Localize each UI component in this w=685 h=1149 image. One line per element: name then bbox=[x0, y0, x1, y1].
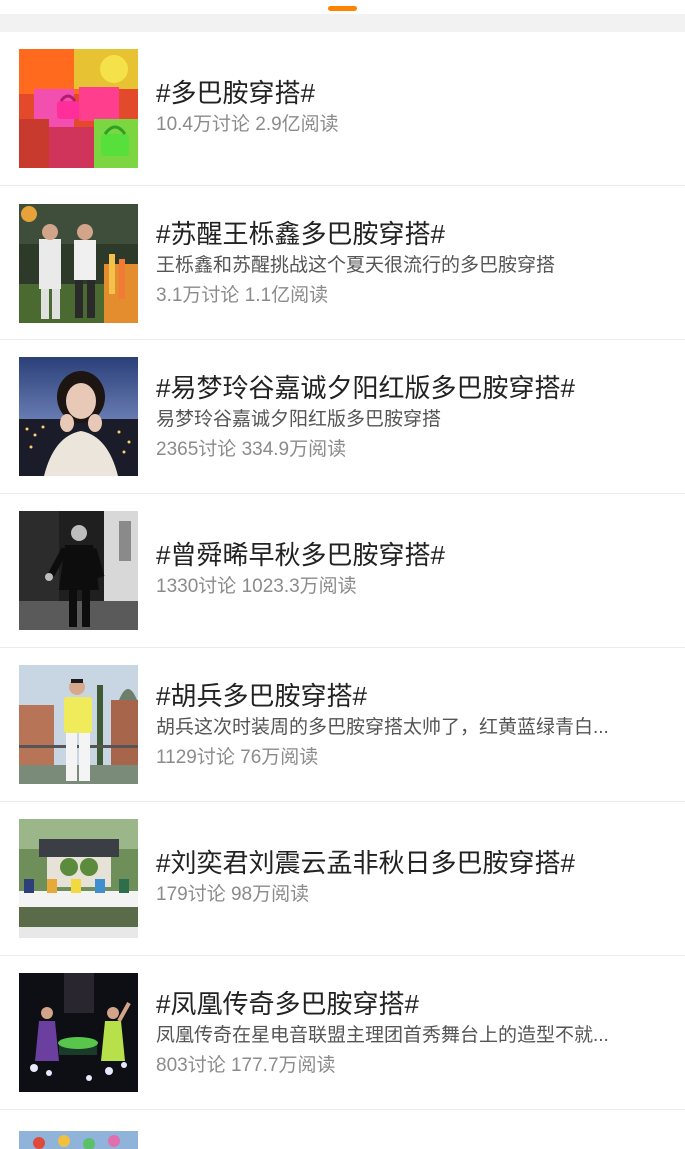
discussion-count: 2365讨论 bbox=[156, 439, 237, 460]
list-item[interactable]: #曾舜晞早秋多巴胺穿搭# 1330讨论 1023.3万阅读 bbox=[0, 494, 685, 648]
thumbnail-image bbox=[19, 665, 138, 784]
topic-title[interactable]: #易梦玲谷嘉诚夕阳红版多巴胺穿搭# bbox=[156, 372, 667, 404]
topic-stats: 3.1万讨论 1.1亿阅读 bbox=[156, 282, 667, 310]
discussion-count: 1129讨论 bbox=[156, 747, 235, 768]
list-item[interactable]: #易梦玲谷嘉诚夕阳红版多巴胺穿搭# 易梦玲谷嘉诚夕阳红版多巴胺穿搭 2365讨论… bbox=[0, 340, 685, 494]
topic-stats: 10.4万讨论 2.9亿阅读 bbox=[156, 111, 667, 139]
thumbnail-image bbox=[19, 973, 138, 1092]
topic-title[interactable]: #刘奕君刘震云孟非秋日多巴胺穿搭# bbox=[156, 847, 667, 879]
thumbnail-image bbox=[19, 819, 138, 938]
topic-title[interactable]: #苏醒王栎鑫多巴胺穿搭# bbox=[156, 218, 667, 250]
list-item[interactable]: #苏醒王栎鑫多巴胺穿搭# 王栎鑫和苏醒挑战这个夏天很流行的多巴胺穿搭 3.1万讨… bbox=[0, 186, 685, 340]
topic-stats: 179讨论 98万阅读 bbox=[156, 881, 667, 909]
topic-description: 王栎鑫和苏醒挑战这个夏天很流行的多巴胺穿搭 bbox=[156, 255, 556, 276]
list-item[interactable]: #多巴胺穿搭# 10.4万讨论 2.9亿阅读 bbox=[0, 32, 685, 186]
topic-stats: 803讨论 177.7万阅读 bbox=[156, 1052, 667, 1080]
discussion-count: 10.4万讨论 bbox=[156, 114, 250, 135]
list-item[interactable]: #胡兵多巴胺穿搭# 胡兵这次时装周的多巴胺穿搭太帅了，红黄蓝绿青白... 112… bbox=[0, 648, 685, 802]
topic-description: 易梦玲谷嘉诚夕阳红版多巴胺穿搭 bbox=[156, 409, 442, 430]
discussion-count: 803讨论 bbox=[156, 1055, 226, 1076]
list-item-partial[interactable] bbox=[0, 1113, 685, 1149]
read-count: 334.9万阅读 bbox=[241, 439, 347, 460]
topic-title[interactable]: #多巴胺穿搭# bbox=[156, 77, 667, 109]
outdoor-panel-thumbnail[interactable] bbox=[19, 819, 138, 938]
thumbnail-image bbox=[19, 49, 138, 168]
discussion-count: 179讨论 bbox=[156, 884, 226, 905]
read-count: 2.9亿阅读 bbox=[255, 114, 339, 135]
section-divider bbox=[0, 14, 685, 32]
topic-stats: 1129讨论 76万阅读 bbox=[156, 744, 667, 772]
read-count: 98万阅读 bbox=[230, 884, 310, 905]
man-black-white-thumbnail[interactable] bbox=[19, 511, 138, 630]
topic-title[interactable]: #凤凰传奇多巴胺穿搭# bbox=[156, 988, 667, 1020]
thumbnail-image bbox=[19, 357, 138, 476]
partial-thumbnail[interactable] bbox=[19, 1131, 138, 1149]
topic-stats: 2365讨论 334.9万阅读 bbox=[156, 436, 667, 464]
thumbnail-image bbox=[19, 511, 138, 630]
read-count: 1.1亿阅读 bbox=[244, 285, 329, 306]
topic-title[interactable]: #胡兵多巴胺穿搭# bbox=[156, 680, 667, 712]
woman-city-night-thumbnail[interactable] bbox=[19, 357, 138, 476]
read-count: 76万阅读 bbox=[240, 747, 319, 768]
discussion-count: 1330讨论 bbox=[156, 576, 237, 597]
topic-description: 凤凰传奇在星电音联盟主理团首秀舞台上的造型不就... bbox=[156, 1025, 609, 1046]
list-item[interactable]: #凤凰传奇多巴胺穿搭# 凤凰传奇在星电音联盟主理团首秀舞台上的造型不就... 8… bbox=[0, 956, 685, 1110]
list-item[interactable]: #刘奕君刘震云孟非秋日多巴胺穿搭# 179讨论 98万阅读 bbox=[0, 802, 685, 956]
topic-list: #多巴胺穿搭# 10.4万讨论 2.9亿阅读 #苏醒王栎鑫多巴胺穿搭# 王栎鑫和… bbox=[0, 32, 685, 1110]
read-count: 1023.3万阅读 bbox=[241, 576, 357, 597]
topic-title[interactable]: #曾舜晞早秋多巴胺穿搭# bbox=[156, 539, 667, 571]
colorful-bags-thumbnail[interactable] bbox=[19, 49, 138, 168]
thumbnail-image bbox=[19, 1131, 138, 1149]
discussion-count: 3.1万讨论 bbox=[156, 285, 240, 306]
read-count: 177.7万阅读 bbox=[230, 1055, 336, 1076]
topic-stats: 1330讨论 1023.3万阅读 bbox=[156, 573, 667, 601]
tab-indicator bbox=[328, 6, 357, 11]
two-men-garden-thumbnail[interactable] bbox=[19, 204, 138, 323]
man-yellow-outfit-thumbnail[interactable] bbox=[19, 665, 138, 784]
thumbnail-image bbox=[19, 204, 138, 323]
stage-performance-thumbnail[interactable] bbox=[19, 973, 138, 1092]
topic-description: 胡兵这次时装周的多巴胺穿搭太帅了，红黄蓝绿青白... bbox=[156, 717, 609, 738]
top-bar bbox=[0, 0, 685, 14]
